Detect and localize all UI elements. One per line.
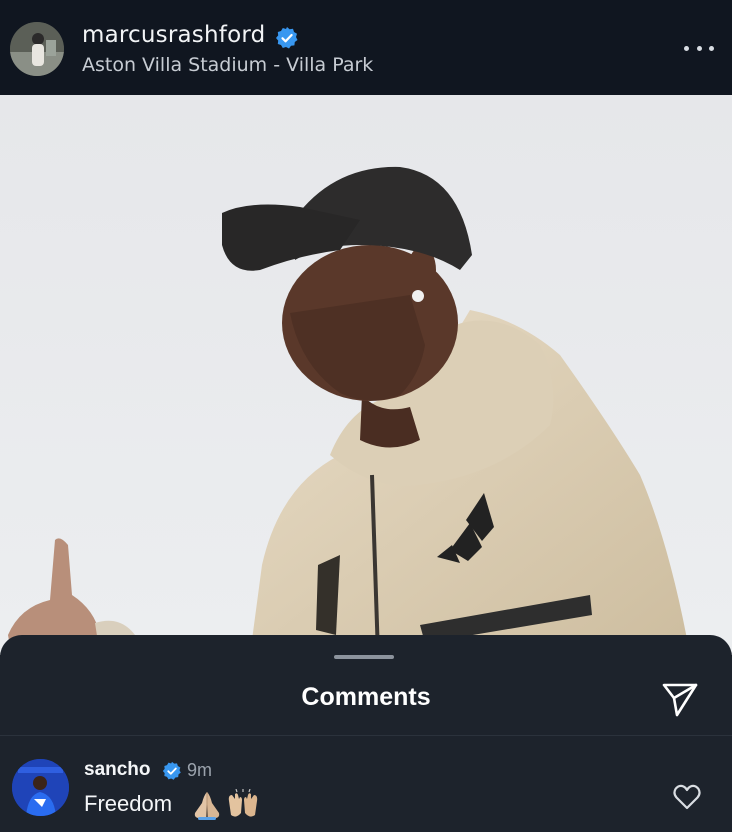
heart-icon[interactable] [672, 783, 702, 811]
comment-username[interactable]: sancho [84, 759, 151, 781]
more-dot [709, 45, 714, 51]
more-options-icon[interactable] [684, 38, 714, 58]
post-username[interactable]: marcusrashford [82, 22, 265, 48]
comment-text: Freedom [84, 791, 173, 816]
raised-hands-emoji [226, 788, 260, 821]
post-location[interactable]: Aston Villa Stadium - Villa Park [82, 54, 373, 76]
comment-time: 9m [187, 760, 213, 780]
send-icon[interactable] [660, 679, 700, 719]
comments-title: Comments [301, 683, 431, 711]
verified-badge-icon [162, 761, 182, 781]
more-dot [684, 45, 689, 51]
comments-sheet: Comments sancho 9m Freedom [0, 635, 732, 832]
divider [0, 735, 732, 736]
post-header: marcusrashford Aston Villa Stadium - Vil… [0, 0, 732, 95]
profile-avatar[interactable] [10, 22, 64, 76]
folded-hands-emoji [190, 789, 224, 821]
post-image[interactable] [0, 95, 732, 655]
sheet-drag-handle[interactable] [334, 655, 394, 659]
verified-badge-icon [275, 26, 299, 50]
commenter-avatar[interactable] [12, 759, 69, 816]
more-dot [696, 45, 702, 51]
